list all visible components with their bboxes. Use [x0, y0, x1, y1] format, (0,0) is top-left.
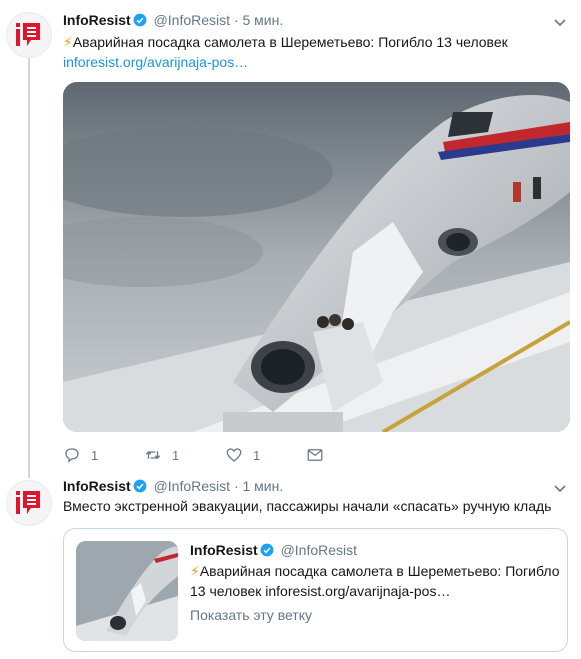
verified-badge-icon: [133, 479, 147, 493]
tweet-actions: 1 1 1: [63, 446, 387, 464]
retweet-icon: [145, 451, 161, 459]
inforesist-logo-icon: [16, 23, 40, 46]
avatar[interactable]: [6, 12, 52, 58]
quoted-tweet-card[interactable]: InfoResist @InfoResist ⚡Аварийная посадк…: [63, 528, 568, 652]
tweet-time[interactable]: 1 мин.: [243, 478, 284, 494]
author-handle[interactable]: @InfoResist: [154, 478, 230, 494]
plane-crash-photo: [63, 82, 570, 432]
lightning-emoji: ⚡: [63, 34, 73, 50]
tweet-header: InfoResist @InfoResist · 5 мин.: [63, 11, 283, 29]
avatar[interactable]: [6, 480, 52, 526]
dot-separator: ·: [233, 478, 239, 494]
dot-separator: ·: [233, 12, 239, 28]
quoted-tweet-thumbnail[interactable]: [76, 541, 178, 641]
chevron-down-icon[interactable]: [553, 481, 567, 495]
tweet-time[interactable]: 5 мин.: [243, 12, 284, 28]
inforesist-logo-icon: [16, 491, 40, 514]
author-name[interactable]: InfoResist: [63, 12, 131, 28]
tweet-link[interactable]: inforesist.org/avarijnaja-pos…: [63, 52, 248, 72]
tweet-text: ⚡Аварийная посадка самолета в Шереметьев…: [63, 32, 508, 52]
verified-badge-icon: [133, 13, 147, 27]
retweet-button[interactable]: 1: [144, 446, 225, 464]
reply-button[interactable]: 1: [63, 446, 144, 464]
thread-connector-line: [28, 58, 30, 478]
author-handle[interactable]: @InfoResist: [154, 12, 230, 28]
envelope-icon: [307, 449, 323, 461]
author-name[interactable]: InfoResist: [63, 478, 131, 494]
direct-message-button[interactable]: [306, 446, 387, 464]
tweet-header: InfoResist @InfoResist · 1 мин.: [63, 477, 283, 495]
tweet-media-image[interactable]: [63, 82, 570, 432]
lightning-emoji: ⚡: [190, 563, 200, 579]
quoted-tweet-header: InfoResist @InfoResist: [190, 541, 357, 559]
quoted-author-handle: @InfoResist: [280, 542, 358, 558]
like-count: 1: [253, 447, 261, 463]
chevron-down-icon[interactable]: [553, 15, 567, 29]
reply-count: 1: [91, 447, 99, 463]
quoted-author-name: InfoResist: [190, 542, 258, 558]
retweet-count: 1: [172, 447, 180, 463]
heart-icon: [226, 448, 242, 462]
tweet-text-content: Аварийная посадка самолета в Шереметьево…: [72, 34, 508, 50]
verified-badge-icon: [260, 543, 274, 557]
reply-icon: [65, 448, 79, 463]
plane-crash-thumbnail: [76, 541, 178, 641]
quoted-tweet-text-content: Аварийная посадка самолета в Шереметьево…: [190, 563, 560, 599]
like-button[interactable]: 1: [225, 446, 306, 464]
tweet-text: Вместо экстренной эвакуации, пассажиры н…: [63, 498, 552, 514]
show-thread-link[interactable]: Показать эту ветку: [190, 605, 312, 625]
quoted-tweet-text: ⚡Аварийная посадка самолета в Шереметьев…: [190, 561, 562, 601]
